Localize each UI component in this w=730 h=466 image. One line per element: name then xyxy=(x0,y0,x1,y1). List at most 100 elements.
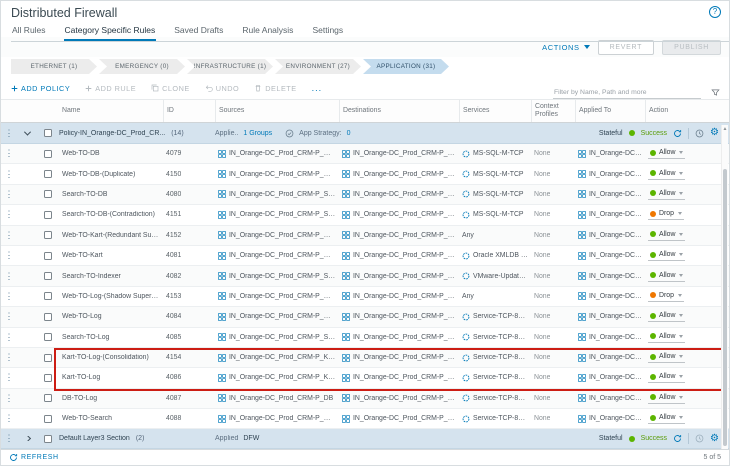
category-tab-emergency[interactable]: EMERGENCY (0) xyxy=(99,59,185,74)
col-header-destinations[interactable]: Destinations xyxy=(339,100,459,122)
gear-icon[interactable]: ⚙ xyxy=(710,434,719,444)
add-policy-button[interactable]: ADD POLICY xyxy=(11,84,70,93)
rule-service[interactable]: VMware-UpdateM... xyxy=(473,273,528,280)
rule-applied-to[interactable]: IN_Orange-DC_Prod_CRM-P xyxy=(589,395,642,402)
rule-applied-to[interactable]: IN_Orange-DC_Prod_CRM-P xyxy=(589,150,642,157)
filter-icon[interactable] xyxy=(711,84,720,102)
kebab-menu-icon[interactable]: ⋮ xyxy=(1,189,17,200)
rule-checkbox[interactable] xyxy=(37,415,59,423)
rule-checkbox[interactable] xyxy=(37,211,59,219)
rule-source[interactable]: IN_Orange-DC_Prod_CRM-P_Web xyxy=(229,415,336,422)
rule-source[interactable]: IN_Orange-DC_Prod_CRM-P_Web xyxy=(229,293,336,300)
rule-destination[interactable]: IN_Orange-DC_Prod_CRM-P_Log xyxy=(353,354,456,361)
rule-service[interactable]: MS-SQL-M-TCP xyxy=(473,211,524,218)
policy-groups-link[interactable]: 1 Groups xyxy=(243,130,272,137)
actions-menu-button[interactable]: ACTIONS xyxy=(542,43,590,52)
action-dropdown[interactable]: Allow xyxy=(648,230,685,241)
category-tab-ethernet[interactable]: ETHERNET (1) xyxy=(11,59,97,74)
rule-applied-to[interactable]: IN_Orange-DC_Prod_CRM-P xyxy=(589,191,642,198)
rule-checkbox[interactable] xyxy=(37,150,59,158)
rule-checkbox[interactable] xyxy=(37,231,59,239)
action-dropdown[interactable]: Allow xyxy=(648,148,685,159)
add-rule-button[interactable]: ADD RULE xyxy=(85,84,136,93)
action-dropdown[interactable]: Drop xyxy=(648,291,684,302)
col-header-action[interactable]: Action xyxy=(645,100,729,122)
rule-row[interactable]: ⋮ Web-TO-Kart-(Redundant SuperSet) 4152 … xyxy=(1,226,729,246)
rule-source[interactable]: IN_Orange-DC_Prod_CRM-P_Web xyxy=(229,150,336,157)
rule-destination[interactable]: IN_Orange-DC_Prod_CRM-P_Log xyxy=(353,374,456,381)
col-header-id[interactable]: ID xyxy=(163,100,215,122)
main-tab-all-rules[interactable]: All Rules xyxy=(11,22,47,41)
rule-checkbox[interactable] xyxy=(37,272,59,280)
kebab-menu-icon[interactable]: ⋮ xyxy=(1,393,17,404)
rule-service[interactable]: Service-TCP-8081 xyxy=(473,395,528,402)
action-dropdown[interactable]: Allow xyxy=(648,372,685,383)
rule-source[interactable]: IN_Orange-DC_Prod_CRM-P_Search xyxy=(229,211,336,218)
rule-applied-to[interactable]: IN_Orange-DC_Prod_CRM-P xyxy=(589,313,642,320)
action-dropdown[interactable]: Allow xyxy=(648,271,685,282)
rule-service[interactable]: Service-TCP-8983 xyxy=(473,354,528,361)
rule-destination[interactable]: IN_Orange-DC_Prod_CRM-P_Kart xyxy=(353,232,456,239)
action-dropdown[interactable]: Allow xyxy=(648,332,685,343)
rule-applied-to[interactable]: IN_Orange-DC_Prod_CRM-P xyxy=(589,334,642,341)
rule-service[interactable]: Service-TCP-8983 xyxy=(473,415,528,422)
kebab-menu-icon[interactable]: ⋮ xyxy=(1,433,17,444)
action-dropdown[interactable]: Allow xyxy=(648,189,685,200)
clone-button[interactable]: CLONE xyxy=(151,84,190,93)
col-header-name[interactable]: Name xyxy=(59,100,163,122)
action-dropdown[interactable]: Allow xyxy=(648,352,685,363)
policy-section-row[interactable]: ⋮ Policy-IN_Orange-DC_Prod_CR... (14) Ap… xyxy=(1,123,729,144)
policy-checkbox[interactable] xyxy=(37,129,59,137)
rule-service[interactable]: Any xyxy=(462,232,474,239)
action-dropdown[interactable]: Allow xyxy=(648,393,685,404)
app-strategy-value[interactable]: 0 xyxy=(347,130,351,137)
expand-chevron-icon[interactable] xyxy=(17,436,37,441)
rule-destination[interactable]: IN_Orange-DC_Prod_CRM-P_Kart xyxy=(353,252,456,259)
default-section-row[interactable]: ⋮ Default Layer3 Section (2) Applied DFW… xyxy=(1,429,729,448)
action-dropdown[interactable]: Allow xyxy=(648,311,685,322)
section-checkbox[interactable] xyxy=(37,435,59,443)
rule-checkbox[interactable] xyxy=(37,354,59,362)
rule-applied-to[interactable]: IN_Orange-DC_Prod_CRM-P xyxy=(589,273,642,280)
rule-row[interactable]: ⋮ Web-TO-DB 4079 IN_Orange-DC_Prod_CRM-P… xyxy=(1,144,729,164)
clock-icon[interactable] xyxy=(695,434,704,443)
collapse-chevron-icon[interactable] xyxy=(17,131,37,136)
rule-row[interactable]: ⋮ Web-TO-Log 4084 IN_Orange-DC_Prod_CRM-… xyxy=(1,307,729,327)
kebab-menu-icon[interactable]: ⋮ xyxy=(1,128,17,139)
action-dropdown[interactable]: Drop xyxy=(648,209,684,220)
rule-checkbox[interactable] xyxy=(37,313,59,321)
rule-service[interactable]: Oracle XMLDB HT... xyxy=(473,252,528,259)
rule-applied-to[interactable]: IN_Orange-DC_Prod_CRM-P xyxy=(589,171,642,178)
rule-destination[interactable]: IN_Orange-DC_Prod_CRM-P_DB xyxy=(353,150,456,157)
rule-checkbox[interactable] xyxy=(37,252,59,260)
col-header-services[interactable]: Services xyxy=(459,100,531,122)
sync-icon[interactable] xyxy=(673,129,682,138)
main-tab-saved-drafts[interactable]: Saved Drafts xyxy=(173,22,224,41)
rule-service[interactable]: Service-TCP-8081 xyxy=(473,374,528,381)
rule-row[interactable]: ⋮ Kart-TO-Log-(Consolidation) 4154 IN_Or… xyxy=(1,348,729,368)
rule-destination[interactable]: IN_Orange-DC_Prod_CRM-P_Log xyxy=(353,313,456,320)
main-tab-category-specific-rules[interactable]: Category Specific Rules xyxy=(64,22,157,41)
rule-applied-to[interactable]: IN_Orange-DC_Prod_CRM-P xyxy=(589,354,642,361)
scrollbar-up-arrow[interactable]: ▲ xyxy=(722,125,728,133)
rule-service[interactable]: Any xyxy=(462,293,474,300)
rule-source[interactable]: IN_Orange-DC_Prod_CRM-P_Web xyxy=(229,232,336,239)
rule-source[interactable]: IN_Orange-DC_Prod_CRM-P_Search xyxy=(229,191,336,198)
rule-row[interactable]: ⋮ Web-TO-DB-(Duplicate) 4150 IN_Orange-D… xyxy=(1,164,729,184)
rule-service[interactable]: MS-SQL-M-TCP xyxy=(473,171,524,178)
rule-source[interactable]: IN_Orange-DC_Prod_CRM-P_Web xyxy=(229,252,336,259)
filter-input[interactable] xyxy=(553,87,701,99)
rule-checkbox[interactable] xyxy=(37,394,59,402)
category-tab-infrastructure[interactable]: INFRASTRUCTURE (1) xyxy=(187,59,273,74)
undo-button[interactable]: UNDO xyxy=(205,84,240,93)
rule-service[interactable]: MS-SQL-M-TCP xyxy=(473,191,524,198)
sync-icon[interactable] xyxy=(673,434,682,443)
rule-source[interactable]: IN_Orange-DC_Prod_CRM-P_Web xyxy=(229,171,336,178)
action-dropdown[interactable]: Allow xyxy=(648,413,685,424)
rule-checkbox[interactable] xyxy=(37,190,59,198)
col-header-context-profiles[interactable]: Context Profiles xyxy=(531,100,575,122)
rule-applied-to[interactable]: IN_Orange-DC_Prod_CRM-P xyxy=(589,374,642,381)
rule-row[interactable]: ⋮ Kart-TO-Log 4086 IN_Orange-DC_Prod_CRM… xyxy=(1,368,729,388)
rule-source[interactable]: IN_Orange-DC_Prod_CRM-P_Kart xyxy=(229,354,336,361)
rule-service[interactable]: MS-SQL-M-TCP xyxy=(473,150,524,157)
